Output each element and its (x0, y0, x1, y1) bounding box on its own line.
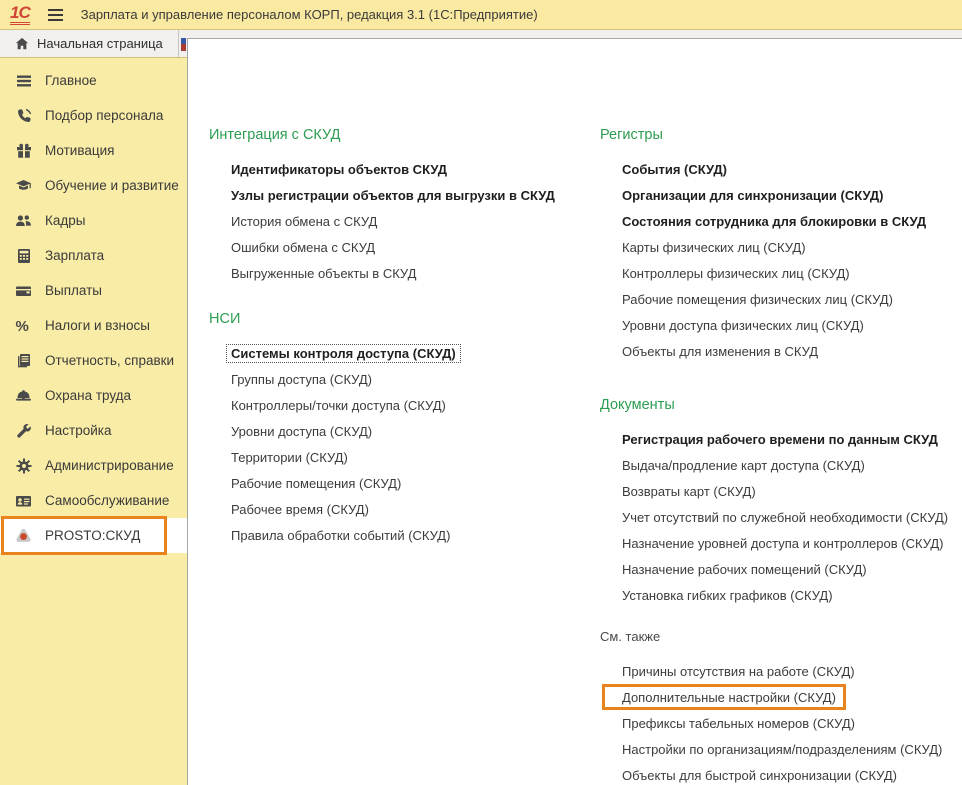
calculator-icon (15, 247, 32, 264)
sidebar-item-label: Настройка (45, 423, 111, 438)
menu-link-highlighted[interactable]: Дополнительные настройки (СКУД) (600, 685, 960, 711)
menu-link[interactable]: История обмена с СКУД (209, 209, 589, 235)
menu-column-right: Регистры События (СКУД) Организации для … (600, 127, 960, 785)
sidebar-item-label: Администрирование (45, 458, 174, 473)
section-header: Интеграция с СКУД (209, 127, 589, 147)
menu-link[interactable]: Правила обработки событий (СКУД) (209, 523, 589, 549)
menu-link[interactable]: Территории (СКУД) (209, 445, 589, 471)
menu-link[interactable]: Ошибки обмена с СКУД (209, 235, 589, 261)
section-see-also: См. также Причины отсутствия на работе (… (600, 629, 960, 785)
sidebar: Главное Подбор персонала Мотивация Обуче… (0, 58, 187, 785)
id-card-icon (15, 492, 32, 509)
menu-link[interactable]: Объекты для быстрой синхронизации (СКУД) (600, 763, 960, 785)
section-menu-panel: Интеграция с СКУД Идентификаторы объекто… (187, 38, 962, 785)
helmet-icon (15, 387, 32, 404)
tab-home-label: Начальная страница (37, 36, 163, 51)
menu-link[interactable]: Рабочее время (СКУД) (209, 497, 589, 523)
section-header: Регистры (600, 127, 960, 147)
sidebar-item-label: Охрана труда (45, 388, 131, 403)
title-bar: 1С Зарплата и управление персоналом КОРП… (0, 0, 962, 30)
menu-link[interactable]: События (СКУД) (600, 157, 960, 183)
wrench-icon (15, 422, 32, 439)
sidebar-item-kadry[interactable]: Кадры (0, 203, 187, 238)
tab-partial-icon[interactable] (181, 38, 186, 51)
menu-link[interactable]: Установка гибких графиков (СКУД) (600, 583, 960, 609)
sidebar-item-label: Отчетность, справки (45, 353, 174, 368)
section-documents: Документы Регистрация рабочего времени п… (600, 397, 960, 609)
menu-link[interactable]: Настройки по организациям/подразделениям… (600, 737, 960, 763)
sidebar-item-label: Обучение и развитие (45, 178, 179, 193)
sidebar-item-label: Кадры (45, 213, 85, 228)
menu-link[interactable]: Контроллеры физических лиц (СКУД) (600, 261, 960, 287)
sidebar-item-label: PROSTO:СКУД (45, 528, 140, 543)
sidebar-item-vyplaty[interactable]: Выплаты (0, 273, 187, 308)
menu-link[interactable]: Возвраты карт (СКУД) (600, 479, 960, 505)
sidebar-item-podbor-personala[interactable]: Подбор персонала (0, 98, 187, 133)
section-header: Документы (600, 397, 960, 417)
home-icon (15, 37, 29, 51)
tab-home[interactable]: Начальная страница (0, 30, 179, 57)
sidebar-item-prosto-skud[interactable]: PROSTO:СКУД (0, 518, 187, 553)
sidebar-item-administrirovanie[interactable]: Администрирование (0, 448, 187, 483)
percent-icon: % (15, 317, 32, 334)
app-window: 1С Зарплата и управление персоналом КОРП… (0, 0, 962, 785)
report-icon (15, 352, 32, 369)
gift-icon (15, 142, 32, 159)
menu-link[interactable]: Назначение уровней доступа и контроллеро… (600, 531, 960, 557)
window-title: Зарплата и управление персоналом КОРП, р… (81, 7, 538, 22)
menu-link[interactable]: Выдача/продление карт доступа (СКУД) (600, 453, 960, 479)
menu-column-left: Интеграция с СКУД Идентификаторы объекто… (209, 127, 589, 549)
menu-link[interactable]: Организации для синхронизации (СКУД) (600, 183, 960, 209)
sidebar-item-ohrana-truda[interactable]: Охрана труда (0, 378, 187, 413)
sidebar-item-otchetnost[interactable]: Отчетность, справки (0, 343, 187, 378)
menu-link[interactable]: Регистрация рабочего времени по данным С… (600, 427, 960, 453)
menu-link[interactable]: Учет отсутствий по служебной необходимос… (600, 505, 960, 531)
section-header: См. также (600, 629, 960, 649)
sidebar-item-label: Выплаты (45, 283, 102, 298)
sidebar-item-label: Мотивация (45, 143, 114, 158)
menu-link[interactable]: Уровни доступа (СКУД) (209, 419, 589, 445)
gear-icon (15, 457, 32, 474)
wallet-icon (15, 282, 32, 299)
section-integration: Интеграция с СКУД Идентификаторы объекто… (209, 127, 589, 287)
menu-link[interactable]: Рабочие помещения (СКУД) (209, 471, 589, 497)
menu-link[interactable]: Группы доступа (СКУД) (209, 367, 589, 393)
sidebar-item-glavnoe[interactable]: Главное (0, 63, 187, 98)
menu-link-focused[interactable]: Системы контроля доступа (СКУД) (209, 341, 589, 367)
sidebar-item-motivatsiya[interactable]: Мотивация (0, 133, 187, 168)
svg-text:%: % (16, 318, 29, 334)
sidebar-item-label: Самообслуживание (45, 493, 169, 508)
menu-link[interactable]: Префиксы табельных номеров (СКУД) (600, 711, 960, 737)
menu-link[interactable]: Узлы регистрации объектов для выгрузки в… (209, 183, 589, 209)
menu-link[interactable]: Назначение рабочих помещений (СКУД) (600, 557, 960, 583)
sidebar-item-zarplata[interactable]: Зарплата (0, 238, 187, 273)
menu-link[interactable]: Идентификаторы объектов СКУД (209, 157, 589, 183)
sidebar-item-label: Налоги и взносы (45, 318, 150, 333)
menu-link[interactable]: Причины отсутствия на работе (СКУД) (600, 659, 960, 685)
menu-link[interactable]: Выгруженные объекты в СКУД (209, 261, 589, 287)
sidebar-item-nalogi[interactable]: % Налоги и взносы (0, 308, 187, 343)
menu-link[interactable]: Карты физических лиц (СКУД) (600, 235, 960, 261)
prosto-logo-icon (15, 527, 32, 544)
menu-link[interactable]: Контроллеры/точки доступа (СКУД) (209, 393, 589, 419)
graduation-cap-icon (15, 177, 32, 194)
menu-icon (15, 72, 32, 89)
section-registers: Регистры События (СКУД) Организации для … (600, 127, 960, 365)
menu-link[interactable]: Объекты для изменения в СКУД (600, 339, 960, 365)
sidebar-item-label: Главное (45, 73, 97, 88)
menu-link[interactable]: Рабочие помещения физических лиц (СКУД) (600, 287, 960, 313)
people-icon (15, 212, 32, 229)
sidebar-item-nastroyka[interactable]: Настройка (0, 413, 187, 448)
1c-logo-icon: 1С (10, 4, 30, 25)
main-menu-icon[interactable] (46, 5, 65, 25)
section-nsi: НСИ Системы контроля доступа (СКУД) Груп… (209, 311, 589, 549)
menu-link[interactable]: Уровни доступа физических лиц (СКУД) (600, 313, 960, 339)
phone-icon (15, 107, 32, 124)
sidebar-item-obuchenie[interactable]: Обучение и развитие (0, 168, 187, 203)
section-header: НСИ (209, 311, 589, 331)
sidebar-item-label: Зарплата (45, 248, 104, 263)
sidebar-item-samoobsluzhivanie[interactable]: Самообслуживание (0, 483, 187, 518)
menu-link[interactable]: Состояния сотрудника для блокировки в СК… (600, 209, 960, 235)
sidebar-item-label: Подбор персонала (45, 108, 163, 123)
